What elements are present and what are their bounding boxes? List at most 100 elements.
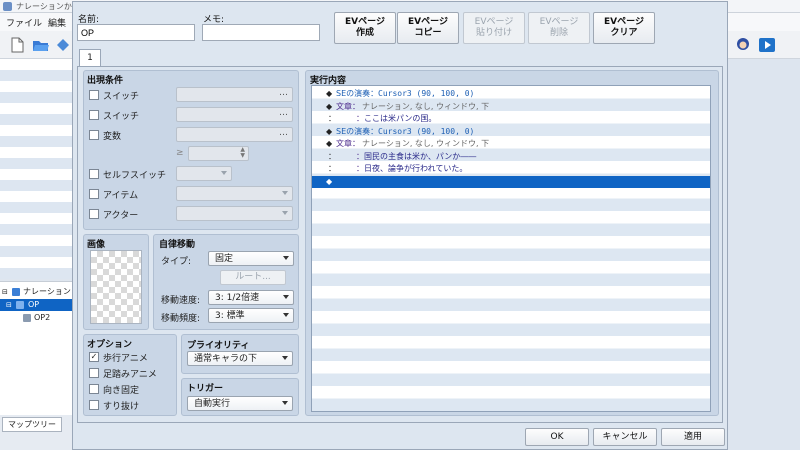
map-palette[interactable]	[0, 59, 78, 279]
variable-select[interactable]: …	[176, 127, 293, 142]
move-speed-value: 3: 1/2倍速	[215, 293, 260, 303]
chevron-down-icon	[283, 295, 289, 299]
tree-item-op[interactable]: ⊟ OP	[0, 299, 78, 311]
self-switch-select[interactable]	[176, 166, 232, 181]
command-row[interactable]: ◆ SEの演奏： Cursor3 (90, 100, 0)	[312, 88, 710, 100]
ok-button[interactable]: OK	[525, 428, 589, 446]
variable-value-spinner[interactable]: ▲ ▼	[188, 146, 249, 161]
command-label: 文章：	[336, 101, 360, 111]
command-label: SEの演奏：	[336, 89, 379, 98]
switch1-label: スイッチ	[103, 92, 140, 102]
apply-button[interactable]: 適用	[661, 428, 725, 446]
right-panel	[728, 59, 800, 450]
new-file-icon[interactable]	[8, 36, 26, 54]
variable-checkbox[interactable]	[89, 130, 99, 140]
chevron-down-icon	[282, 211, 288, 215]
command-prefix: ：	[328, 114, 336, 123]
priority-select[interactable]: 通常キャラの下	[187, 351, 293, 366]
trigger-title: トリガー	[187, 384, 224, 394]
tab-map-tree[interactable]: マップツリー	[2, 417, 62, 432]
through-label: すり抜け	[103, 402, 140, 412]
move-type-select[interactable]: 固定	[208, 251, 294, 266]
copy-page-button[interactable]: EVページ コピー	[397, 12, 459, 44]
command-row[interactable]: ◆	[312, 175, 710, 188]
paste-page-button[interactable]: EVページ 貼り付け	[463, 12, 525, 44]
actor-checkbox[interactable]	[89, 209, 99, 219]
chevron-down-icon	[221, 171, 227, 175]
priority-value: 通常キャラの下	[194, 354, 258, 364]
memo-field[interactable]	[202, 24, 320, 41]
actor-select[interactable]	[176, 206, 293, 221]
move-frequency-label: 移動頻度:	[161, 314, 201, 324]
priority-title: プライオリティ	[187, 341, 250, 351]
expand-icon[interactable]: ⊟	[6, 299, 12, 311]
switch2-label: スイッチ	[103, 112, 140, 122]
through-checkbox[interactable]	[89, 400, 99, 410]
tree-item-op2[interactable]: OP2	[0, 312, 78, 324]
command-label: SEの演奏：	[336, 126, 379, 136]
bottom-tabs: マップツリー	[0, 415, 78, 450]
move-type-label: タイプ:	[161, 257, 192, 267]
item-label: アイテム	[103, 191, 139, 201]
open-folder-icon[interactable]	[32, 36, 50, 54]
self-switch-checkbox[interactable]	[89, 169, 99, 179]
command-prefix: ：	[328, 164, 336, 173]
menu-edit[interactable]: 編集	[48, 16, 66, 29]
chevron-down-icon	[282, 401, 288, 405]
actor-label: アクター	[103, 211, 139, 221]
command-detail: 国民の主食は米か、パンか――	[364, 151, 477, 161]
move-type-value: 固定	[215, 254, 234, 264]
move-speed-label: 移動速度:	[161, 296, 201, 306]
playtest-icon[interactable]	[758, 36, 776, 54]
walking-anim-checkbox[interactable]: ✓	[89, 352, 99, 362]
command-row[interactable]: ◆ 文章： ナレーション, なし, ウィンドウ, 下	[312, 101, 710, 113]
item-select[interactable]	[176, 186, 293, 201]
image-title: 画像	[87, 240, 106, 250]
switch2-checkbox[interactable]	[89, 110, 99, 120]
command-list[interactable]: ◆ SEの演奏： Cursor3 (90, 100, 0) ◆ 文章： ナレーション, な…	[311, 85, 711, 412]
expand-icon[interactable]: ⊟	[2, 286, 8, 298]
new-page-button[interactable]: EVページ 作成	[334, 12, 396, 44]
name-field[interactable]	[77, 24, 195, 41]
stepping-anim-checkbox[interactable]	[89, 368, 99, 378]
trigger-select[interactable]: 自動実行	[187, 396, 293, 411]
tree-item-label: OP	[28, 300, 40, 309]
spinner-icon[interactable]: ▲ ▼	[240, 147, 245, 159]
cancel-button[interactable]: キャンセル	[593, 428, 657, 446]
save-icon[interactable]	[54, 36, 72, 54]
command-prefix: ◆	[326, 139, 333, 148]
tree-item-root[interactable]: ⊟ ナレーション	[0, 286, 78, 298]
command-detail: Cursor3 (90, 100, 0)	[378, 126, 475, 136]
ellipsis-icon: …	[279, 128, 288, 138]
gte-label: ≥	[176, 148, 184, 158]
switch2-select[interactable]: …	[176, 107, 293, 122]
chevron-down-icon	[283, 313, 289, 317]
command-row[interactable]: ◆ SEの演奏： Cursor3 (90, 100, 0)	[312, 126, 710, 138]
switch1-checkbox[interactable]	[89, 90, 99, 100]
move-speed-select[interactable]: 3: 1/2倍速	[208, 290, 294, 305]
item-checkbox[interactable]	[89, 189, 99, 199]
character-icon[interactable]	[734, 36, 752, 54]
delete-page-button[interactable]: EVページ 削除	[528, 12, 590, 44]
command-row[interactable]: ：：日夜、論争が行われていた。	[312, 163, 710, 175]
command-prefix: ：	[328, 151, 336, 161]
menu-file[interactable]: ファイル	[6, 16, 42, 29]
command-detail: ここは米パンの国。	[364, 114, 437, 123]
direction-fix-checkbox[interactable]	[89, 384, 99, 394]
tab-page-1[interactable]: 1	[79, 49, 101, 67]
command-label: ：	[356, 114, 364, 123]
move-frequency-select[interactable]: 3: 標準	[208, 308, 294, 323]
map-tree: ⊟ ナレーション ⊟ OP OP2	[0, 281, 78, 415]
command-prefix: ◆	[326, 126, 333, 136]
command-prefix: ◆	[326, 176, 333, 186]
route-button[interactable]: ルート...	[220, 270, 286, 285]
command-row[interactable]: ：：ここは米パンの国。	[312, 113, 710, 125]
image-preview[interactable]	[90, 250, 142, 324]
direction-fix-label: 向き固定	[103, 386, 140, 396]
switch1-select[interactable]: …	[176, 87, 293, 102]
command-row[interactable]: ◆ 文章： ナレーション, なし, ウィンドウ, 下	[312, 138, 710, 150]
move-frequency-value: 3: 標準	[215, 311, 245, 321]
command-row[interactable]: ：：国民の主食は米か、パンか――	[312, 151, 710, 163]
chevron-down-icon	[282, 356, 288, 360]
clear-page-button[interactable]: EVページ クリア	[593, 12, 655, 44]
